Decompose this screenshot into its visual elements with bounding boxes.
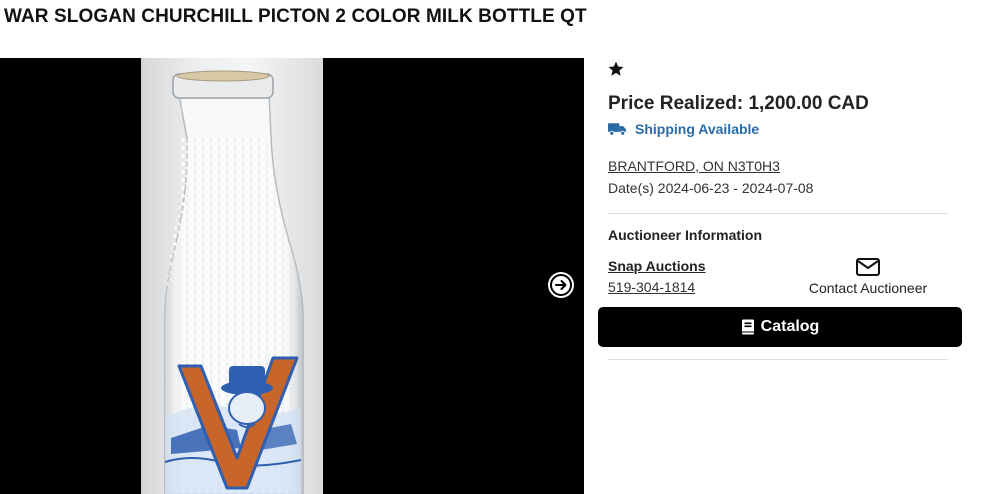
auction-dates: Date(s) 2024-06-23 - 2024-07-08 — [608, 180, 813, 196]
price-realized: Price Realized: 1,200.00 CAD — [608, 93, 869, 114]
truck-icon — [608, 123, 627, 136]
auctioneer-name-link[interactable]: Snap Auctions — [608, 258, 706, 274]
page-title: WAR SLOGAN CHURCHILL PICTON 2 COLOR MILK… — [4, 6, 587, 27]
milk-bottle-image — [164, 70, 304, 494]
contact-auctioneer-label: Contact Auctioneer — [808, 280, 928, 296]
listing-photo[interactable] — [141, 58, 323, 494]
divider — [608, 213, 948, 214]
envelope-icon — [856, 258, 880, 276]
dates-value: 2024-06-23 - 2024-07-08 — [657, 180, 814, 196]
shipping-label: Shipping Available — [635, 121, 760, 137]
star-icon — [608, 61, 624, 76]
favorite-star-button[interactable] — [607, 60, 625, 78]
catalog-button[interactable]: Catalog — [598, 307, 962, 347]
auctioneer-heading: Auctioneer Information — [608, 227, 763, 243]
shipping-available: Shipping Available — [608, 121, 759, 137]
catalog-label: Catalog — [760, 318, 820, 335]
divider — [608, 359, 948, 360]
next-image-button[interactable] — [548, 272, 574, 298]
auctioneer-phone-link[interactable]: 519-304-1814 — [608, 279, 695, 295]
location-link[interactable]: BRANTFORD, ON N3T0H3 — [608, 158, 780, 174]
arrow-right-circle-icon — [550, 274, 572, 296]
dates-label: Date(s) — [608, 180, 654, 196]
contact-auctioneer-button[interactable]: Contact Auctioneer — [796, 258, 940, 296]
image-viewer[interactable] — [0, 58, 584, 494]
book-icon — [741, 319, 754, 335]
